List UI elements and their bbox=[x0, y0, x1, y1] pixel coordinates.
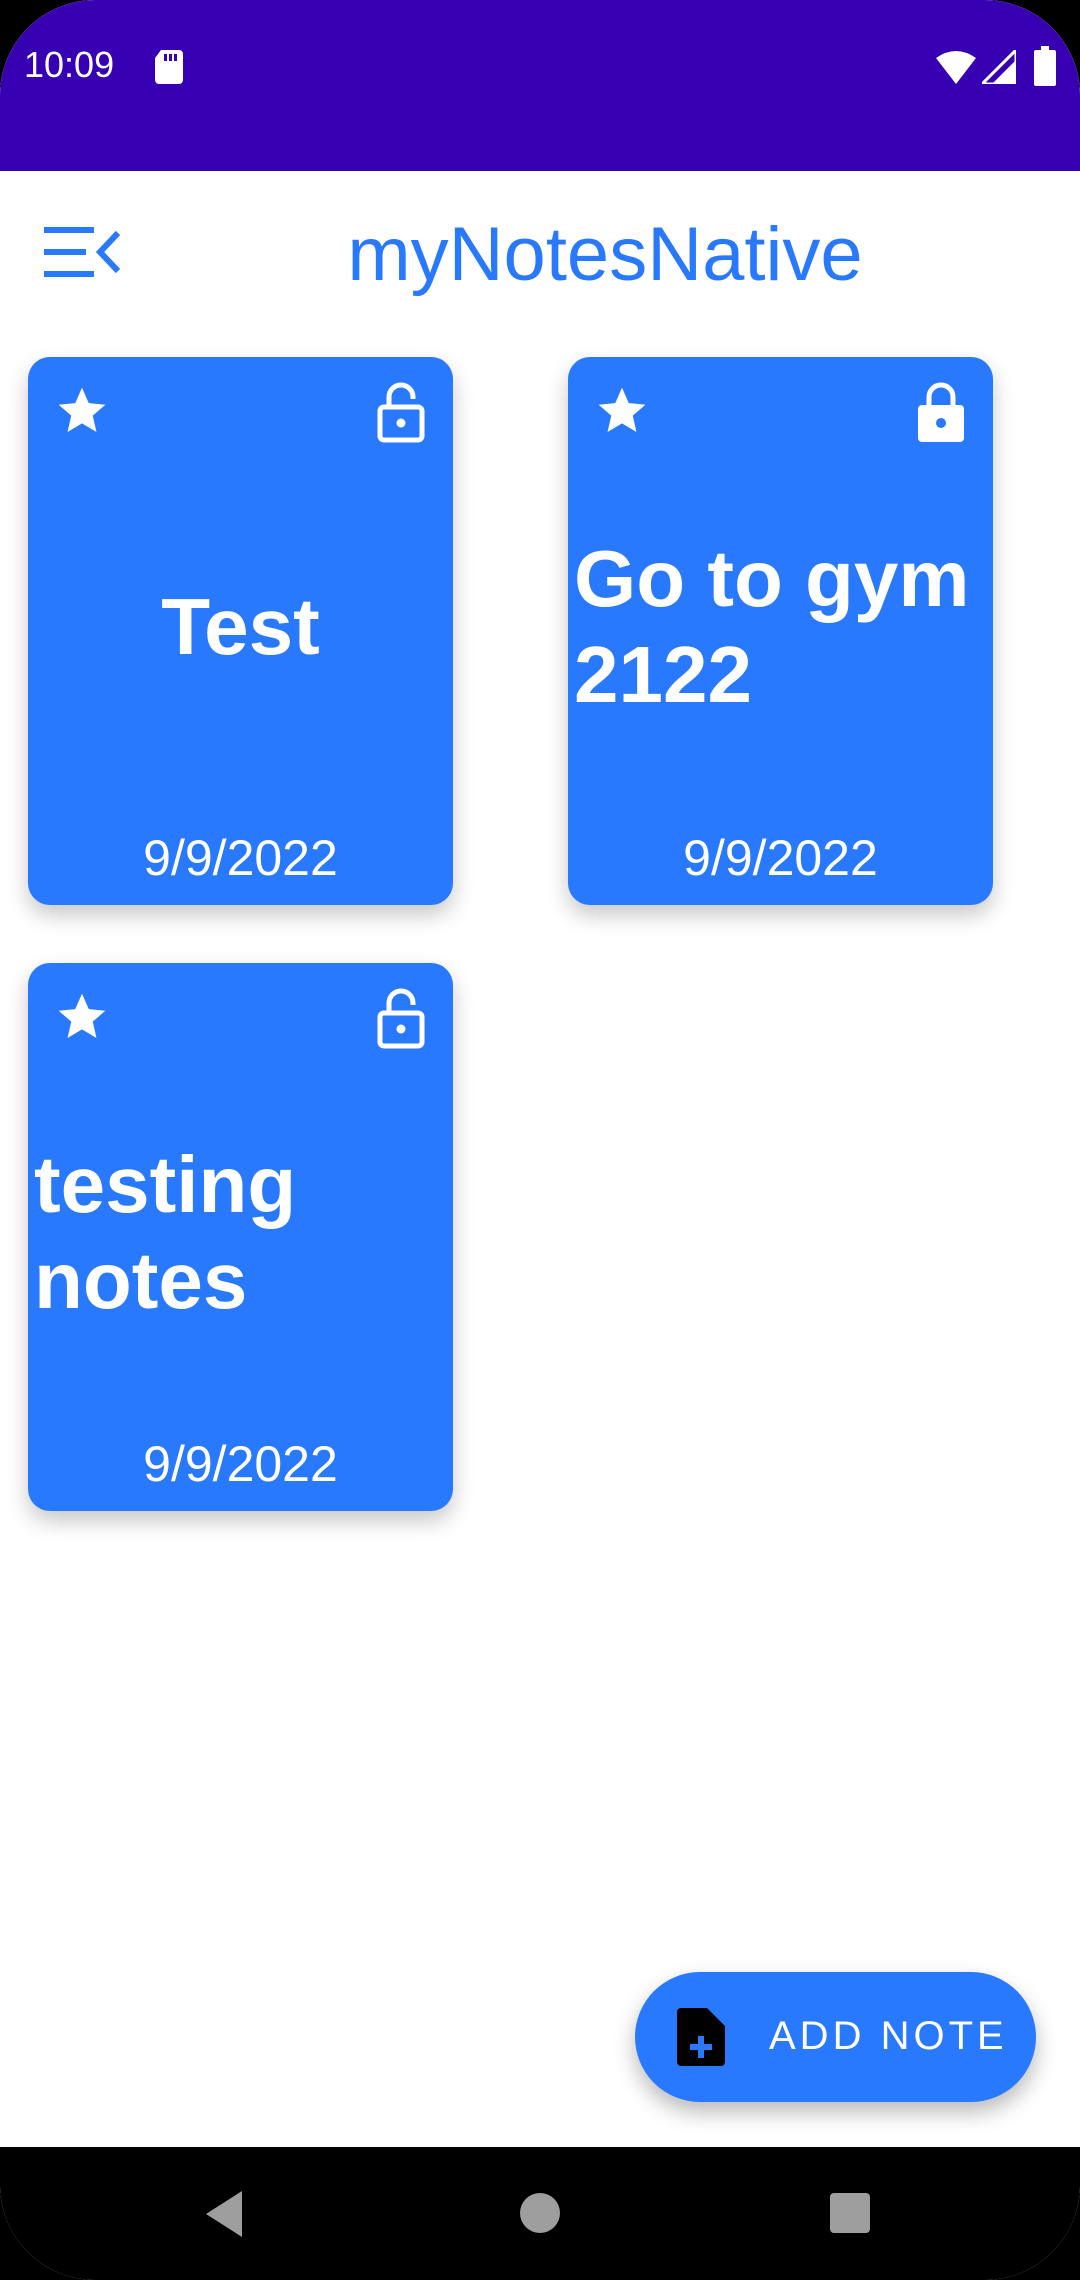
add-note-label: ADD NOTE bbox=[769, 2014, 1008, 2058]
navigation-bar bbox=[0, 2147, 1080, 2280]
note-date: 9/9/2022 bbox=[143, 1436, 338, 1492]
sd-card-icon bbox=[155, 50, 183, 84]
star-icon[interactable] bbox=[594, 383, 650, 439]
wifi-icon bbox=[936, 51, 976, 84]
star-icon[interactable] bbox=[54, 383, 110, 439]
lock-open-icon[interactable] bbox=[377, 987, 425, 1049]
note-date: 9/9/2022 bbox=[143, 830, 338, 886]
home-icon[interactable] bbox=[518, 2191, 562, 2235]
signal-icon bbox=[982, 50, 1016, 84]
add-note-icon bbox=[677, 2008, 725, 2066]
note-date: 9/9/2022 bbox=[683, 830, 878, 886]
app-title: myNotesNative bbox=[347, 212, 863, 297]
note-title: Go to gym 2122 bbox=[574, 534, 970, 719]
add-note-button[interactable]: ADD NOTE bbox=[635, 1972, 1036, 2102]
note-card[interactable]: testing notes 9/9/2022 bbox=[28, 963, 453, 1511]
note-title: Test bbox=[161, 582, 320, 671]
status-time: 10:09 bbox=[24, 44, 115, 85]
status-bar: 10:09 bbox=[0, 0, 1080, 171]
lock-closed-icon[interactable] bbox=[917, 381, 965, 443]
back-icon[interactable] bbox=[202, 2189, 246, 2239]
note-card[interactable]: Go to gym 2122 9/9/2022 bbox=[568, 357, 993, 905]
star-icon[interactable] bbox=[54, 989, 110, 1045]
app-header: myNotesNative bbox=[0, 171, 1080, 341]
recents-icon[interactable] bbox=[828, 2191, 872, 2235]
note-card[interactable]: Test 9/9/2022 bbox=[28, 357, 453, 905]
screen: 10:09 myNotesNative Test 9/9/2022 Go to … bbox=[0, 0, 1080, 2280]
battery-icon bbox=[1034, 46, 1056, 86]
lock-open-icon[interactable] bbox=[377, 381, 425, 443]
note-title: testing notes bbox=[34, 1140, 297, 1325]
